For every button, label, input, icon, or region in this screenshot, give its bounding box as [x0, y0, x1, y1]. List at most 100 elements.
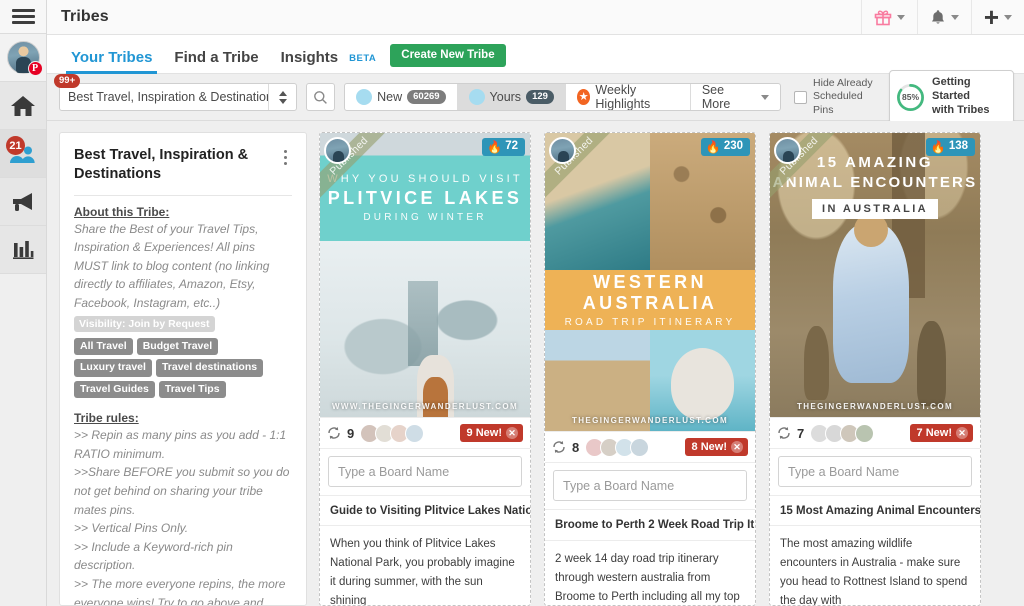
filter-bar: 99+ Best Travel, Inspiration & Destinati…: [47, 70, 1024, 124]
pin-card[interactable]: WESTERN AUSTRALIA ROAD TRIP ITINERARY Pu…: [544, 132, 756, 606]
tag-item: Travel Guides: [74, 380, 155, 399]
pin-title: Guide to Visiting Plitvice Lakes Natio: [320, 495, 530, 525]
tag-list: All Travel Budget Travel Luxury travel T…: [74, 337, 292, 399]
tab-insights[interactable]: Insights: [270, 50, 350, 73]
tribe-rules-block: Tribe rules: >> Repin as many pins as yo…: [74, 411, 292, 605]
filter-pill-yours-count: 129: [526, 90, 554, 104]
board-name-input[interactable]: [553, 470, 747, 502]
pin-overlay-line2: ANIMAL ENCOUNTERS: [772, 174, 978, 192]
pin-new-badge[interactable]: 8 New! ✕: [684, 438, 748, 457]
pin-card[interactable]: 15 AMAZING ANIMAL ENCOUNTERS IN AUSTRALI…: [769, 132, 981, 606]
pin-repin-score-badge: 🔥 230: [700, 138, 750, 156]
mini-avatar: [855, 423, 875, 443]
tribe-info-header: Best Travel, Inspiration & Destinations: [74, 146, 292, 184]
board-name-input[interactable]: [328, 456, 522, 488]
about-heading: About this Tribe:: [74, 204, 170, 219]
pin-new-badge[interactable]: 7 New! ✕: [909, 424, 973, 443]
board-input-wrap: [770, 448, 980, 495]
sidebar-item-tribes[interactable]: 21: [0, 130, 46, 178]
flame-icon: 🔥: [930, 140, 946, 154]
chevron-down-icon: [950, 14, 959, 20]
tag-item: All Travel: [74, 337, 133, 356]
tribe-selector[interactable]: Best Travel, Inspiration & Destinations: [59, 83, 297, 111]
plus-icon: +: [983, 2, 999, 32]
pin-repin-count: 8: [572, 439, 580, 455]
main-area: Tribes + Your Tribes Find a Tribe Insigh…: [47, 0, 1024, 606]
tag-item: Budget Travel: [136, 337, 219, 356]
pin-repinner-avatars: [585, 437, 650, 457]
pin-new-badge[interactable]: 9 New! ✕: [459, 424, 523, 443]
pill-dot-icon: [356, 89, 373, 105]
sidebar-item-campaigns[interactable]: [0, 178, 46, 226]
repin-icon: [553, 441, 565, 454]
pin-description: When you think of Plitvice Lakes Nationa…: [320, 525, 530, 605]
create-new-tribe-button[interactable]: Create New Tribe: [390, 43, 506, 67]
sidebar-item-profile[interactable]: P: [0, 34, 46, 82]
pin-repinner-avatars: [360, 423, 425, 443]
close-icon[interactable]: ✕: [506, 427, 518, 440]
pin-overlay-line3: ROAD TRIP ITINERARY: [564, 316, 736, 328]
gift-icon: [874, 10, 892, 26]
sidebar-item-analytics[interactable]: [0, 226, 46, 274]
pin-watermark: THEGINGERWANDERLUST.COM: [571, 416, 729, 426]
pin-meta-row: 8 8 New! ✕: [545, 431, 755, 462]
filter-pill-yours[interactable]: Yours 129: [457, 84, 566, 110]
pin-repin-score-badge: 🔥 72: [482, 138, 525, 156]
pin-image[interactable]: WESTERN AUSTRALIA ROAD TRIP ITINERARY Pu…: [545, 133, 755, 432]
progress-percent: 85%: [902, 92, 920, 102]
pin-new-label: 8 New!: [691, 440, 727, 453]
left-sidebar: P 21: [0, 0, 47, 606]
pin-repin-count: 7: [797, 425, 805, 441]
pin-repin-score: 138: [948, 140, 968, 153]
search-icon: [314, 90, 327, 104]
pin-meta-row: 7 7 New! ✕: [770, 417, 980, 448]
flame-icon: 🔥: [487, 140, 503, 154]
filter-pill-see-more[interactable]: See More: [691, 84, 780, 110]
pin-image[interactable]: WHY YOU SHOULD VISIT PLITVICE LAKES DURI…: [320, 133, 530, 418]
close-icon[interactable]: ✕: [731, 441, 743, 454]
pin-overlay-line1: WHY YOU SHOULD VISIT: [327, 173, 523, 186]
board-name-input[interactable]: [778, 456, 972, 488]
filter-pill-new-label: New: [377, 90, 403, 104]
add-menu-button[interactable]: +: [970, 0, 1024, 34]
pin-image[interactable]: 15 AMAZING ANIMAL ENCOUNTERS IN AUSTRALI…: [770, 133, 980, 418]
about-text: Share the Best of your Travel Tips, Insp…: [74, 221, 270, 311]
tab-your-tribes[interactable]: Your Tribes: [60, 50, 163, 74]
mini-avatar: [630, 437, 650, 457]
content-area: Best Travel, Inspiration & Destinations …: [47, 121, 1024, 606]
pin-author-avatar: [324, 137, 351, 164]
pin-overlay-line3: IN AUSTRALIA: [812, 199, 938, 220]
repin-icon: [328, 427, 340, 440]
top-bar-actions: +: [860, 0, 1024, 34]
tab-find-a-tribe[interactable]: Find a Tribe: [163, 50, 269, 73]
close-icon[interactable]: ✕: [956, 427, 968, 440]
pin-meta-row: 9 9 New! ✕: [320, 417, 530, 448]
hamburger-menu-button[interactable]: [0, 0, 46, 34]
notifications-menu-button[interactable]: [916, 0, 971, 34]
search-button[interactable]: [306, 83, 336, 111]
pin-overlay-line2: WESTERN AUSTRALIA: [582, 272, 718, 314]
bell-icon: [931, 9, 944, 24]
pin-card[interactable]: WHY YOU SHOULD VISIT PLITVICE LAKES DURI…: [319, 132, 531, 606]
hide-scheduled-pins-checkbox[interactable]: Hide Already Scheduled Pins: [794, 77, 880, 116]
filter-pill-weekly-highlights[interactable]: ★ Weekly Highlights: [566, 84, 691, 110]
pin-new-label: 7 New!: [916, 426, 952, 439]
hamburger-icon: [11, 6, 35, 27]
pill-dot-icon: [468, 89, 485, 105]
analytics-icon: [13, 240, 34, 259]
star-icon: ★: [576, 89, 591, 105]
filter-pill-new[interactable]: New 60269: [345, 84, 458, 110]
getting-started-widget[interactable]: 85% Getting Started with Tribes: [889, 70, 1014, 124]
pin-repinner-avatars: [810, 423, 875, 443]
chevron-down-icon: [278, 98, 287, 104]
rules-heading: Tribe rules:: [74, 411, 139, 426]
gift-menu-button[interactable]: [860, 0, 917, 34]
pinterest-icon: P: [27, 61, 43, 76]
pin-repin-score-badge: 🔥 138: [925, 138, 975, 156]
sidebar-item-home[interactable]: [0, 82, 46, 130]
top-bar: Tribes +: [47, 0, 1024, 35]
filter-pill-new-count: 60269: [407, 90, 446, 104]
pin-new-label: 9 New!: [466, 426, 502, 439]
tribe-options-menu-button[interactable]: [278, 146, 292, 165]
tribe-info-title: Best Travel, Inspiration & Destinations: [74, 147, 249, 182]
